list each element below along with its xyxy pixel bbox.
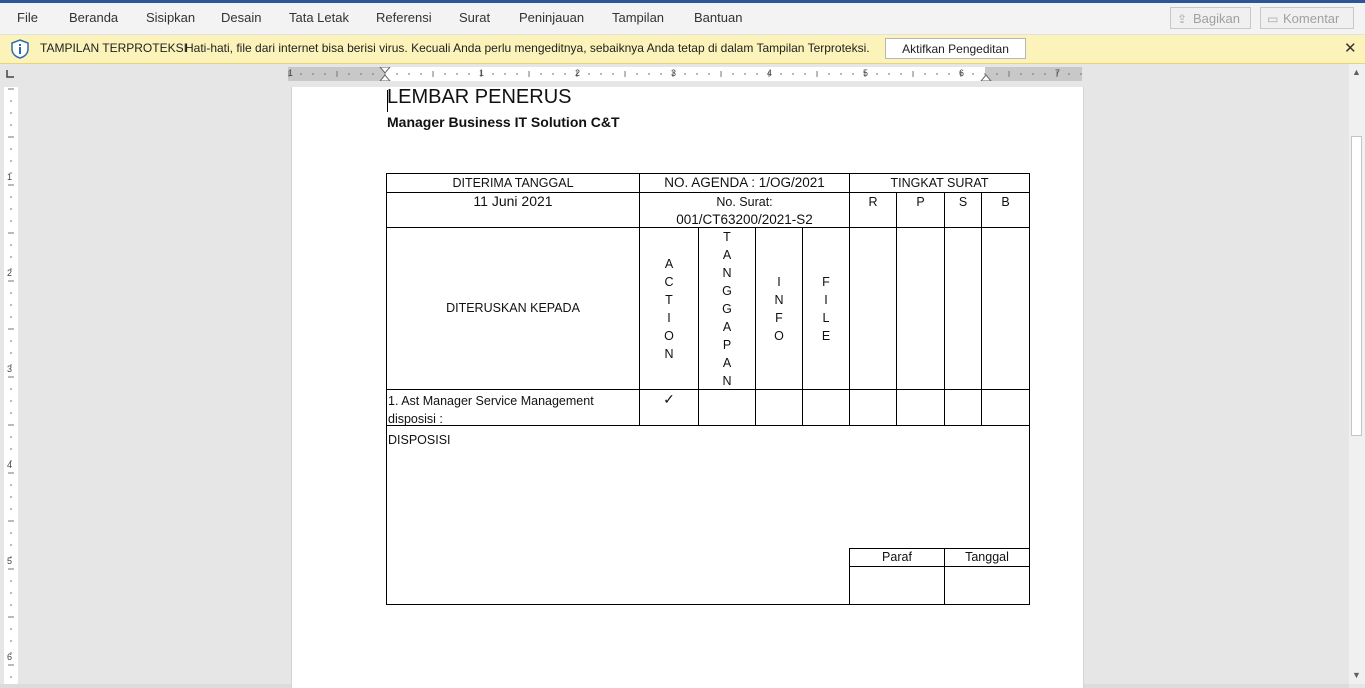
ruler-label: 1 [288,68,294,78]
ruler-label: 3 [671,68,677,78]
letter-number: 001/CT63200/2021-S2 [676,212,813,227]
file-column-header: FI LE [821,275,831,343]
comment-icon: ▭ [1267,12,1279,26]
ruler-label: 4 [7,460,13,470]
scroll-thumb[interactable] [1351,136,1362,436]
level-s: S [958,195,968,209]
text-cursor [387,90,388,112]
share-button[interactable]: ⇪ Bagikan [1170,7,1251,29]
menu-bantuan[interactable]: Bantuan [694,10,742,25]
ruler-label: 1 [479,68,485,78]
ruler-label: 3 [7,364,13,374]
letter-level-header: TINGKAT SURAT [890,176,989,190]
ruler-label: 6 [7,652,13,662]
ruler-label: 5 [863,68,869,78]
scroll-down-icon[interactable]: ▼ [1352,670,1361,680]
letter-number-label: No. Surat: [716,195,773,209]
protected-view-message: Hati-hati, file dari internet bisa beris… [185,41,870,55]
share-icon: ⇪ [1177,12,1188,26]
menu-peninjauan[interactable]: Peninjauan [519,10,584,25]
recipient-entry: 1. Ast Manager Service Management dispos… [388,394,594,426]
ruler-label: 1 [7,172,13,182]
menu-surat[interactable]: Surat [459,10,490,25]
ruler-label: 2 [575,68,581,78]
ruler-label: 6 [959,68,965,78]
document-page[interactable]: LEMBAR PENERUS Manager Business IT Solut… [291,86,1084,688]
vertical-scrollbar[interactable]: ▲ ▼ [1349,64,1365,684]
action-column-header: AC TI ON [664,257,674,361]
level-p: P [916,195,925,209]
info-column-header: IN FO [774,275,784,343]
ribbon-menu: File Beranda Sisipkan Desain Tata Letak … [0,3,1365,35]
enable-editing-button[interactable]: Aktifkan Pengeditan [885,38,1026,59]
vertical-ruler[interactable]: 1 2 3 4 5 6 [4,87,18,688]
level-b: B [1001,195,1010,209]
document-title: LEMBAR PENERUS [387,86,572,108]
disposition-label: DISPOSISI [388,433,451,447]
tanggal-header: Tanggal [965,550,1009,564]
agenda-number: NO. AGENDA : 1/OG/2021 [664,175,825,190]
comment-button[interactable]: ▭ Komentar [1260,7,1354,29]
horizontal-ruler[interactable]: 1 1 2 3 4 5 6 7 [288,67,1082,81]
document-subtitle: Manager Business IT Solution C&T [387,114,620,130]
share-label: Bagikan [1193,11,1240,26]
menu-desain[interactable]: Desain [221,10,261,25]
ruler-label: 4 [767,68,773,78]
menu-sisipkan[interactable]: Sisipkan [146,10,195,25]
paraf-header: Paraf [882,550,912,564]
received-date: 11 Juni 2021 [473,193,553,209]
menu-beranda[interactable]: Beranda [69,10,118,25]
menu-tampilan[interactable]: Tampilan [612,10,664,25]
menu-referensi[interactable]: Referensi [376,10,432,25]
scroll-up-icon[interactable]: ▲ [1352,67,1361,77]
ruler-label: 7 [1055,68,1061,78]
menu-file[interactable]: File [17,10,38,25]
protected-view-title: TAMPILAN TERPROTEKSI [40,41,187,55]
action-checkmark: ✓ [663,391,675,407]
shield-info-icon [11,39,29,59]
tab-selector-icon[interactable] [4,68,16,80]
ruler-label: 2 [7,268,13,278]
protected-view-bar: TAMPILAN TERPROTEKSI Hati-hati, file dar… [0,35,1365,64]
ruler-label: 5 [7,556,13,566]
close-icon[interactable]: ✕ [1344,39,1357,57]
comment-label: Komentar [1283,11,1340,26]
received-date-header: DITERIMA TANGGAL [452,176,574,190]
level-r: R [868,195,878,209]
tanggapan-column-header: TA NG GA PA N [722,230,732,388]
forwarded-to-label: DITERUSKAN KEPADA [446,301,580,315]
menu-tata-letak[interactable]: Tata Letak [289,10,349,25]
